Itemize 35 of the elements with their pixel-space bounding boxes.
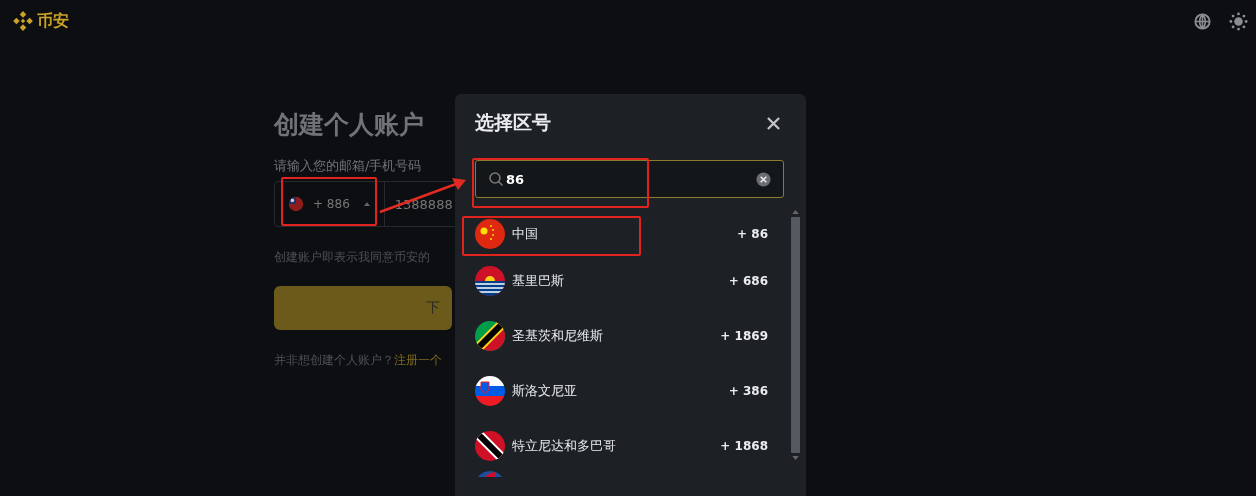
- country-code: + 86: [737, 227, 768, 241]
- dialog-title: 选择区号: [475, 110, 551, 135]
- flag-icon: [475, 320, 505, 351]
- scrollbar-thumb[interactable]: [790, 217, 800, 453]
- flag-icon: [475, 375, 505, 406]
- field-label: 请输入您的邮箱/手机号码: [274, 157, 423, 175]
- country-item[interactable]: 特立尼达和多巴哥 + 1868: [475, 418, 768, 473]
- register-link[interactable]: 注册一个: [394, 353, 442, 367]
- country-code: + 386: [728, 383, 768, 398]
- logo-text[interactable]: 币安: [37, 10, 69, 32]
- country-code: + 1869: [720, 328, 768, 343]
- flag-icon: [475, 471, 505, 477]
- form-title: 创建个人账户: [274, 109, 424, 141]
- country-code: + 686: [728, 273, 768, 288]
- scroll-down-icon[interactable]: [791, 456, 799, 460]
- flag-icon: [475, 265, 505, 296]
- alt-prompt: 并非想创建个人账户？: [274, 353, 394, 367]
- logo-icon: [12, 10, 34, 32]
- country-name: 特立尼达和多巴哥: [512, 436, 617, 455]
- scroll-up-icon[interactable]: [791, 210, 799, 214]
- country-name: 基里巴斯: [512, 271, 565, 290]
- clear-icon[interactable]: [756, 171, 771, 187]
- terms-text: 创建账户即表示我同意币安的: [274, 249, 431, 266]
- country-name: 圣基茨和尼维斯: [512, 326, 604, 345]
- country-name: 中国: [512, 225, 539, 243]
- country-name: 斯洛文尼亚: [512, 381, 578, 400]
- close-icon[interactable]: [767, 116, 780, 130]
- flag-icon: [475, 219, 505, 249]
- sun-icon[interactable]: [1229, 11, 1248, 31]
- country-item[interactable]: 斯洛文尼亚 + 386: [475, 363, 768, 418]
- country-item[interactable]: 圣基茨和尼维斯 + 1869: [475, 308, 768, 363]
- search-field[interactable]: 86: [475, 160, 784, 198]
- flag-icon: [475, 430, 505, 461]
- globe-icon[interactable]: [1193, 11, 1212, 31]
- country-code: + 1868: [720, 438, 768, 453]
